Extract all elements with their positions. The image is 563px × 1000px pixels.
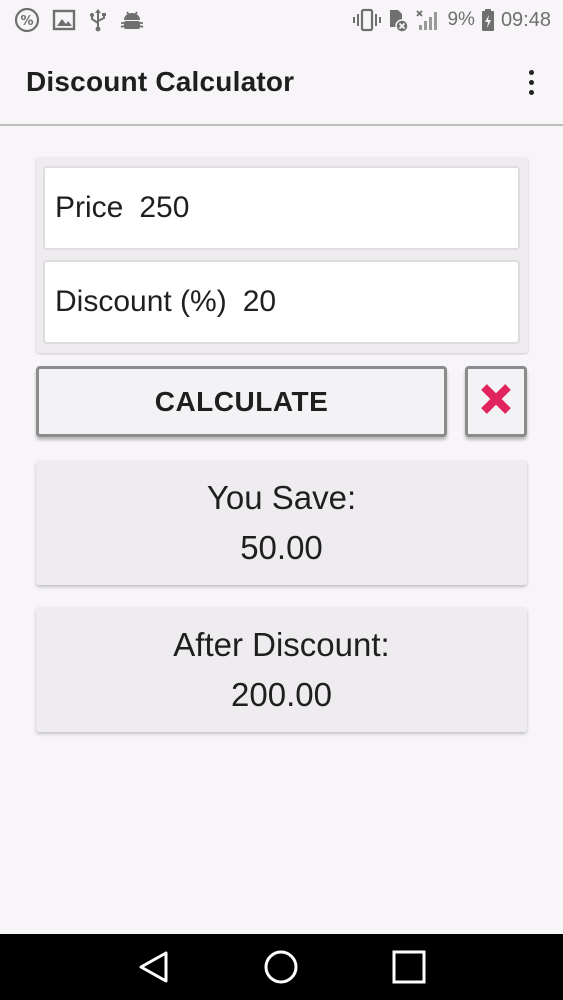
battery-icon [481, 8, 495, 32]
after-discount-card: After Discount: 200.00 [36, 607, 527, 732]
price-label: Price [55, 191, 124, 224]
price-value: 250 [139, 191, 190, 224]
battery-percent: 9% [447, 9, 475, 30]
after-discount-value: 200.00 [231, 675, 332, 713]
percent-icon: % [14, 7, 40, 33]
you-save-label: You Save: [206, 478, 357, 516]
home-icon[interactable] [251, 937, 311, 997]
discount-label: Discount (%) [55, 285, 227, 318]
status-bar: % 9% 09:48 [0, 0, 563, 40]
discount-field[interactable]: Discount (%) 20 [43, 260, 520, 344]
clear-button[interactable] [465, 366, 527, 437]
app-title: Discount Calculator [26, 66, 295, 97]
you-save-value: 50.00 [240, 528, 323, 566]
android-debug-icon [120, 9, 144, 31]
signal-icon [415, 8, 441, 32]
navigation-bar [0, 934, 563, 1000]
close-icon [479, 382, 513, 421]
you-save-card: You Save: 50.00 [36, 460, 527, 585]
sd-card-icon [387, 7, 410, 33]
back-icon[interactable] [124, 937, 184, 997]
more-vert-icon[interactable] [519, 62, 543, 102]
input-card: Price 250 Discount (%) 20 [36, 157, 528, 353]
discount-value: 20 [242, 285, 277, 318]
clock: 09:48 [500, 8, 551, 31]
app-bar: Discount Calculator [0, 40, 563, 126]
calculate-button[interactable]: CALCULATE [36, 366, 447, 437]
status-left-icons: % [14, 7, 144, 33]
price-field[interactable]: Price 250 [43, 166, 520, 250]
vibrate-icon [353, 8, 382, 32]
svg-text:%: % [20, 14, 33, 29]
after-discount-label: After Discount: [173, 625, 390, 663]
status-right-icons: 9% 09:48 [353, 7, 551, 33]
usb-icon [88, 8, 108, 32]
recents-icon[interactable] [379, 937, 439, 997]
image-icon [52, 9, 76, 31]
